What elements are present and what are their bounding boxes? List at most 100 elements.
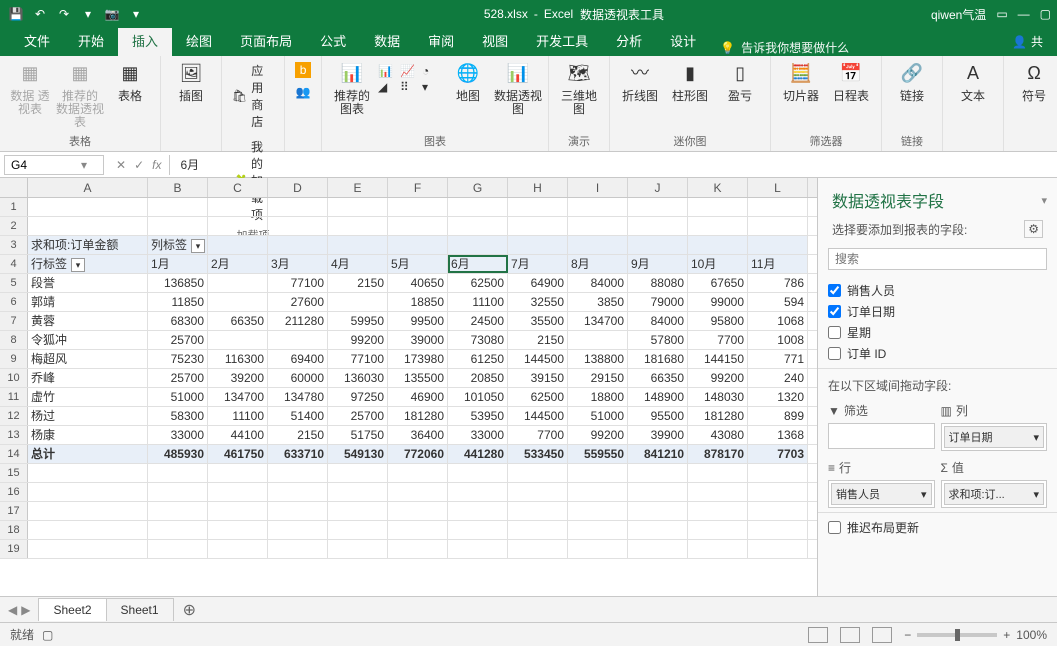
cell[interactable] [568,217,628,235]
cell[interactable]: 令狐冲 [28,331,148,349]
cell[interactable]: 786 [748,274,808,292]
zoom-control[interactable]: − + 100% [904,628,1047,642]
cell[interactable]: 144500 [508,407,568,425]
cell[interactable]: 39150 [508,369,568,387]
cell[interactable]: 533450 [508,445,568,463]
cell[interactable]: 136850 [148,274,208,292]
cell[interactable]: 8月 [568,255,628,273]
cell[interactable] [628,198,688,216]
cell[interactable]: 1月 [148,255,208,273]
row-header[interactable]: 8 [0,331,28,349]
cell[interactable]: 4月 [328,255,388,273]
cell[interactable]: 559550 [568,445,628,463]
cancel-icon[interactable]: ✕ [116,158,126,172]
normal-view-button[interactable] [808,627,828,643]
cell[interactable]: 84000 [568,274,628,292]
sheet-prev-icon[interactable]: ◀ [8,603,17,617]
cell[interactable] [748,540,808,558]
cell[interactable] [508,198,568,216]
row-header[interactable]: 2 [0,217,28,235]
cell[interactable]: 66350 [208,312,268,330]
zoom-in-icon[interactable]: + [1003,628,1010,642]
worksheet[interactable]: A B C D E F G H I J K L 123求和项:订单金额列标签▾4… [0,178,817,596]
cell[interactable] [328,236,388,254]
cell[interactable]: 59950 [328,312,388,330]
select-all-corner[interactable] [0,178,28,197]
cell[interactable]: 黄蓉 [28,312,148,330]
chart-scatter-icon[interactable]: ⠿ [400,80,420,94]
cell[interactable] [388,464,448,482]
qat-more-icon[interactable]: ▾ [78,4,98,24]
row-header[interactable]: 16 [0,483,28,501]
cell[interactable]: 3月 [268,255,328,273]
row-header[interactable]: 9 [0,350,28,368]
cell[interactable]: 7703 [748,445,808,463]
cell[interactable]: 79000 [628,293,688,311]
cell[interactable]: 64900 [508,274,568,292]
cell[interactable] [208,198,268,216]
field-checkbox[interactable] [828,347,841,360]
cell[interactable] [508,483,568,501]
cell[interactable]: 772060 [388,445,448,463]
chevron-down-icon[interactable]: ▾ [1041,194,1047,207]
cell[interactable]: 95500 [628,407,688,425]
cell[interactable] [28,502,148,520]
cell[interactable] [568,483,628,501]
user-label[interactable]: qiwen气温 [931,6,986,23]
zoom-label[interactable]: 100% [1016,628,1047,642]
cell[interactable]: 11100 [208,407,268,425]
cell[interactable]: 1368 [748,426,808,444]
col-A[interactable]: A [28,178,148,197]
ribbon-display-icon[interactable]: ▭ [996,7,1007,21]
cell[interactable]: 33000 [448,426,508,444]
cell[interactable]: 461750 [208,445,268,463]
row-header[interactable]: 18 [0,521,28,539]
col-H[interactable]: H [508,178,568,197]
cell[interactable]: 2150 [268,426,328,444]
cell[interactable]: 181280 [388,407,448,425]
cell[interactable] [448,236,508,254]
col-I[interactable]: I [568,178,628,197]
tab-home[interactable]: 开始 [64,25,118,56]
cell[interactable]: 841210 [628,445,688,463]
row-dropdown-icon[interactable]: ▾ [71,258,85,272]
cell[interactable] [28,217,148,235]
cell[interactable]: 1320 [748,388,808,406]
cell[interactable]: 594 [748,293,808,311]
cell[interactable] [688,502,748,520]
cell[interactable] [388,540,448,558]
cell[interactable] [568,331,628,349]
row-header[interactable]: 10 [0,369,28,387]
gear-icon[interactable]: ⚙ [1024,220,1043,238]
cell[interactable] [568,464,628,482]
chevron-down-icon[interactable]: ▾ [81,158,87,172]
cell[interactable]: 29150 [568,369,628,387]
bing-maps-button[interactable]: b [291,60,315,80]
cell[interactable]: 134780 [268,388,328,406]
cell[interactable]: 51400 [268,407,328,425]
minimize-icon[interactable]: — [1018,7,1030,21]
field-checkbox[interactable] [828,284,841,297]
cell[interactable]: 77100 [328,350,388,368]
people-graph-button[interactable]: 👥 [291,82,315,102]
undo-icon[interactable]: ↶ [30,4,50,24]
cell[interactable] [448,464,508,482]
chart-more-icon[interactable]: ▾ [422,80,442,94]
chart-bar-icon[interactable]: 📊 [378,64,398,78]
page-layout-button[interactable] [840,627,860,643]
cell[interactable]: 51000 [148,388,208,406]
cell[interactable]: 148030 [688,388,748,406]
cell[interactable] [688,483,748,501]
area-vals-drop[interactable]: 求和项:订...▾ [941,480,1048,508]
sparkcol-button[interactable]: ▮柱形图 [666,60,714,103]
tab-view[interactable]: 视图 [468,25,522,56]
cell[interactable]: 18850 [388,293,448,311]
new-sheet-button[interactable]: ⊕ [173,600,206,620]
row-header[interactable]: 1 [0,198,28,216]
cell[interactable] [328,502,388,520]
col-D[interactable]: D [268,178,328,197]
timeline-button[interactable]: 📅日程表 [827,60,875,103]
cell[interactable] [688,540,748,558]
cell[interactable]: 99200 [568,426,628,444]
field-search-input[interactable] [828,248,1047,270]
